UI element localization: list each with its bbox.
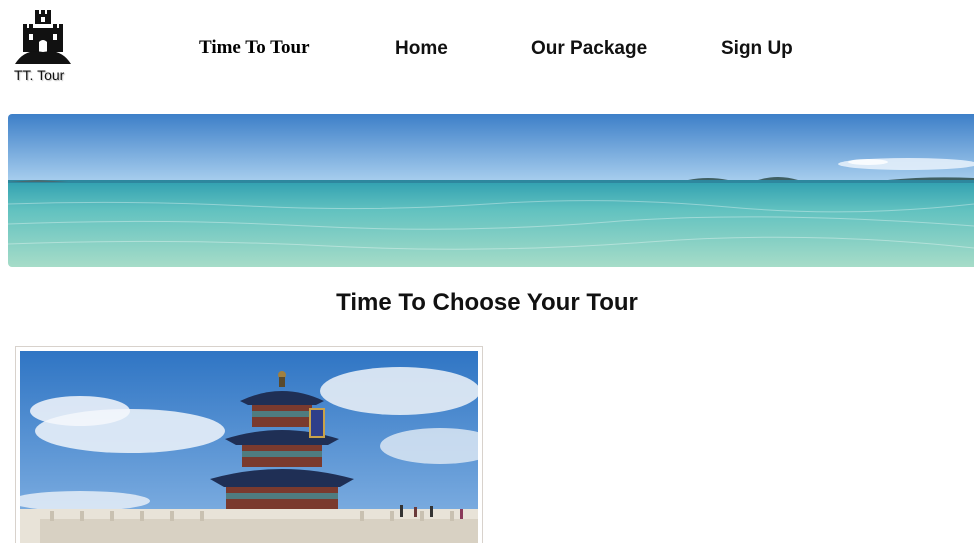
hero-banner: [8, 114, 974, 267]
logo-text: TT. Tour: [14, 67, 65, 83]
page-title: Time To Choose Your Tour: [336, 289, 638, 316]
nav-our-package[interactable]: Our Package: [531, 38, 647, 60]
tour-card[interactable]: [15, 346, 483, 543]
temple-photo: [20, 351, 478, 543]
nav-sign-up[interactable]: Sign Up: [721, 38, 793, 60]
castle-icon: [15, 10, 71, 64]
site-header: TT. Tour Time To Tour Home Our Package S…: [0, 0, 974, 100]
brand-name[interactable]: Time To Tour: [199, 37, 310, 59]
nav-home[interactable]: Home: [395, 38, 448, 60]
site-logo[interactable]: TT. Tour: [12, 8, 76, 86]
tour-card-image: [20, 351, 478, 543]
ocean-panorama-image: [8, 114, 974, 267]
